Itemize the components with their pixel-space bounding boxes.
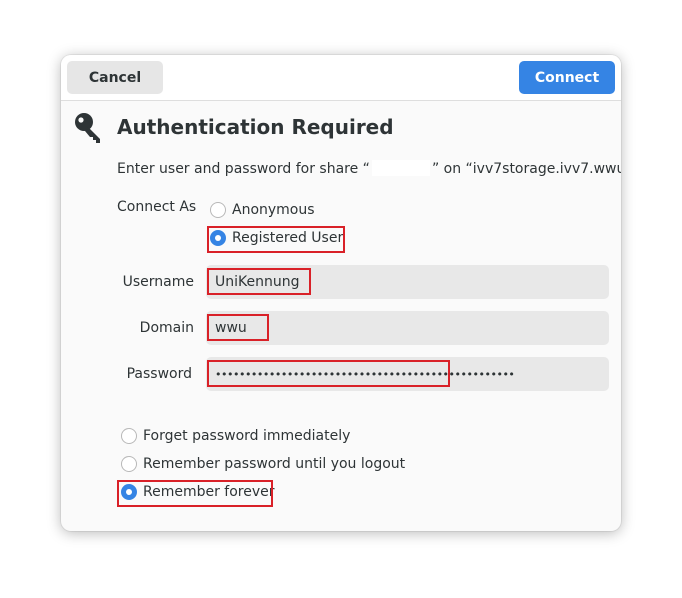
radio-registered-user-label: Registered User	[232, 230, 344, 246]
message-prefix: Enter user and password for share “	[117, 161, 370, 177]
connect-as-label: Connect As	[117, 199, 197, 215]
password-label: Password	[126, 366, 192, 382]
radio-forget-password-indicator[interactable]	[121, 428, 137, 444]
header-bar: Cancel Connect	[61, 55, 621, 101]
radio-anonymous[interactable]: Anonymous	[210, 202, 315, 218]
radio-remember-until-logout[interactable]: Remember password until you logout	[121, 456, 405, 472]
password-value: ••••••••••••••••••••••••••••••••••••••••…	[215, 367, 515, 381]
domain-field[interactable]: wwu	[206, 311, 609, 345]
radio-anonymous-label: Anonymous	[232, 202, 315, 218]
radio-remember-forever[interactable]: Remember forever	[121, 484, 275, 500]
username-field[interactable]: UniKennung	[206, 265, 609, 299]
authentication-dialog: Cancel Connect Authentication Required E…	[61, 55, 621, 531]
message-suffix: ” on “ivv7storage.ivv7.wwu.de”:	[431, 161, 621, 177]
radio-remember-until-logout-indicator[interactable]	[121, 456, 137, 472]
radio-remember-forever-label: Remember forever	[143, 484, 275, 500]
dialog-title: Authentication Required	[117, 115, 394, 139]
username-value: UniKennung	[215, 274, 300, 290]
cancel-button[interactable]: Cancel	[67, 61, 163, 94]
radio-remember-until-logout-label: Remember password until you logout	[143, 456, 406, 472]
radio-forget-password-label: Forget password immediately	[143, 428, 351, 444]
domain-label: Domain	[139, 320, 194, 336]
dialog-message: Enter user and password for share “ ” on …	[117, 160, 621, 177]
radio-registered-user[interactable]: Registered User	[210, 230, 343, 246]
password-field[interactable]: ••••••••••••••••••••••••••••••••••••••••…	[206, 357, 609, 391]
username-label: Username	[122, 274, 194, 290]
share-name-redacted	[371, 160, 430, 176]
radio-remember-forever-indicator[interactable]	[121, 484, 137, 500]
connect-button[interactable]: Connect	[519, 61, 615, 94]
radio-registered-user-indicator[interactable]	[210, 230, 226, 246]
domain-value: wwu	[215, 320, 247, 336]
radio-anonymous-indicator[interactable]	[210, 202, 226, 218]
key-icon	[75, 113, 100, 143]
radio-forget-password[interactable]: Forget password immediately	[121, 428, 350, 444]
